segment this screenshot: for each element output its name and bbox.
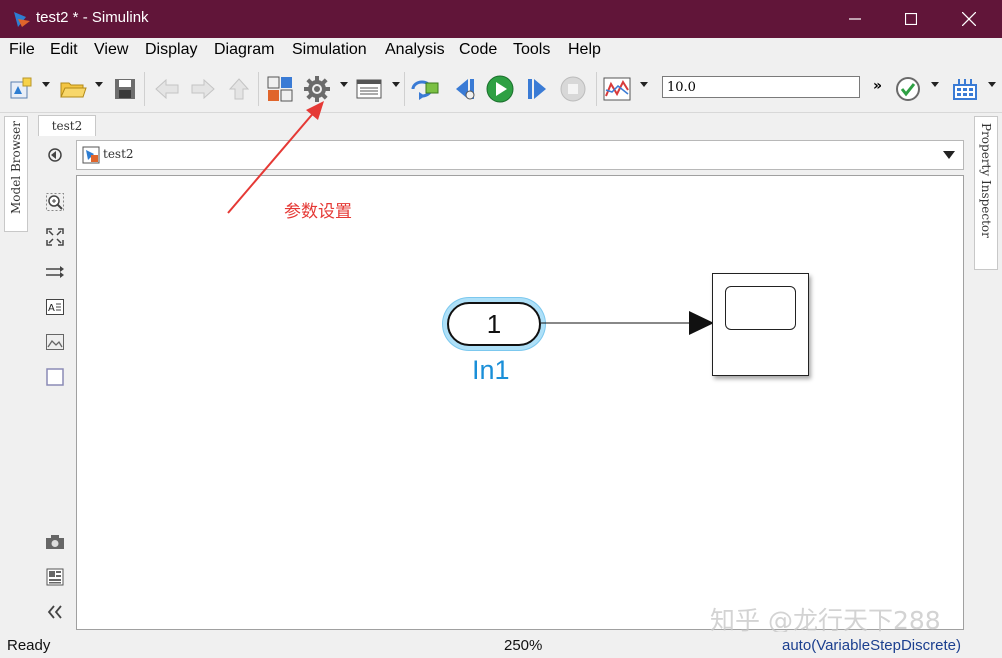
snapshot-button[interactable]	[44, 531, 66, 553]
block-grid-icon	[953, 79, 977, 100]
step-forward-button[interactable]	[522, 74, 552, 104]
menu-help[interactable]: Help	[568, 41, 601, 59]
zoom-level: 250%	[504, 637, 543, 654]
simulink-logo-icon	[14, 12, 30, 27]
forward-icon	[191, 78, 215, 100]
scope-screen	[725, 286, 796, 330]
save-icon	[115, 79, 135, 99]
menu-analysis[interactable]: Analysis	[385, 41, 445, 59]
model-canvas[interactable]	[76, 175, 964, 630]
update-diagram-button[interactable]	[410, 74, 440, 104]
solver-link[interactable]: auto(VariableStepDiscrete)	[782, 637, 961, 654]
check-dropdown[interactable]	[931, 82, 939, 87]
block-grid-button[interactable]	[950, 74, 980, 104]
menu-code[interactable]: Code	[459, 41, 497, 59]
chevron-down-icon[interactable]	[943, 151, 955, 159]
open-button[interactable]	[58, 74, 88, 104]
data-inspector-icon	[603, 77, 631, 101]
check-icon	[896, 77, 920, 101]
menu-tools[interactable]: Tools	[513, 41, 550, 59]
menu-display[interactable]: Display	[145, 41, 197, 59]
editor-tab[interactable]: test2	[38, 115, 96, 136]
run-button[interactable]	[485, 74, 515, 104]
data-inspector-button[interactable]	[602, 74, 632, 104]
back-icon	[155, 78, 179, 100]
model-explorer-button[interactable]	[354, 74, 384, 104]
close-button[interactable]	[946, 0, 992, 38]
minimize-button[interactable]	[832, 0, 878, 38]
toolbar: »	[0, 64, 1002, 113]
close-icon	[962, 12, 976, 26]
zoom-icon	[46, 193, 64, 211]
model-explorer-icon	[356, 79, 382, 99]
model-browser-label: Model Browser	[9, 121, 23, 214]
back-button[interactable]	[152, 74, 182, 104]
minimize-icon	[849, 18, 861, 20]
update-diagram-icon	[411, 80, 439, 100]
annotation-button[interactable]: A	[44, 296, 66, 318]
fit-to-view-button[interactable]	[44, 226, 66, 248]
stop-icon	[560, 76, 586, 102]
status-bar: Ready 250% auto(VariableStepDiscrete)	[0, 632, 1002, 658]
route-lines-button[interactable]	[44, 261, 66, 283]
camera-icon	[46, 535, 64, 549]
report-icon	[46, 568, 64, 586]
title-bar: test2 * - Simulink	[0, 0, 1002, 38]
back-arrow-circle-icon	[48, 148, 62, 162]
menu-edit[interactable]: Edit	[50, 41, 78, 59]
open-icon	[60, 82, 87, 98]
property-inspector-tab[interactable]: Property Inspector	[974, 116, 998, 270]
area-button[interactable]	[44, 366, 66, 388]
model-explorer-dropdown[interactable]	[392, 82, 400, 87]
double-chevron-left-icon	[47, 605, 62, 619]
model-settings-dropdown[interactable]	[340, 82, 348, 87]
model-browser-tab[interactable]: Model Browser	[4, 116, 28, 232]
collapse-palette-button[interactable]	[44, 601, 66, 623]
more-toolbar-button[interactable]: »	[873, 78, 882, 94]
new-model-icon	[10, 77, 32, 99]
annotation-icon: A	[46, 299, 64, 315]
maximize-icon	[905, 13, 917, 25]
new-model-dropdown[interactable]	[42, 82, 50, 87]
image-icon	[46, 334, 64, 350]
report-button[interactable]	[44, 566, 66, 588]
property-inspector-label: Property Inspector	[979, 123, 993, 238]
step-back-button[interactable]	[450, 74, 480, 104]
route-lines-icon	[46, 266, 64, 278]
data-inspector-dropdown[interactable]	[640, 82, 648, 87]
new-model-button[interactable]	[6, 74, 36, 104]
svg-text:A: A	[48, 303, 55, 314]
annotation-label: 参数设置	[284, 202, 352, 222]
menu-diagram[interactable]: Diagram	[214, 41, 274, 59]
forward-button[interactable]	[188, 74, 218, 104]
zoom-area-button[interactable]	[44, 191, 66, 213]
address-bar: test2	[76, 140, 964, 170]
save-button[interactable]	[110, 74, 140, 104]
status-text: Ready	[7, 637, 51, 654]
open-dropdown[interactable]	[95, 82, 103, 87]
window-title: test2 * - Simulink	[36, 9, 149, 26]
model-icon	[82, 146, 100, 164]
menu-view[interactable]: View	[94, 41, 128, 59]
step-back-icon	[456, 79, 475, 100]
step-forward-icon	[528, 79, 546, 99]
inport-block-name[interactable]: In1	[472, 355, 510, 386]
fit-to-view-icon	[46, 228, 64, 246]
breadcrumb[interactable]: test2	[103, 147, 134, 161]
stop-button[interactable]	[558, 74, 588, 104]
menu-bar: File Edit View Display Diagram Simulatio…	[0, 38, 1002, 64]
check-button[interactable]	[893, 74, 923, 104]
hide-browser-button[interactable]	[44, 144, 66, 166]
signal-line[interactable]	[541, 310, 716, 338]
area-icon	[46, 368, 64, 386]
run-icon	[486, 75, 514, 103]
stop-time-input[interactable]	[662, 76, 860, 98]
image-button[interactable]	[44, 331, 66, 353]
menu-simulation[interactable]: Simulation	[292, 41, 367, 59]
maximize-button[interactable]	[888, 0, 934, 38]
inport-block[interactable]: 1	[447, 302, 541, 346]
block-grid-dropdown[interactable]	[988, 82, 996, 87]
scope-block[interactable]	[712, 273, 809, 376]
menu-file[interactable]: File	[9, 41, 35, 59]
